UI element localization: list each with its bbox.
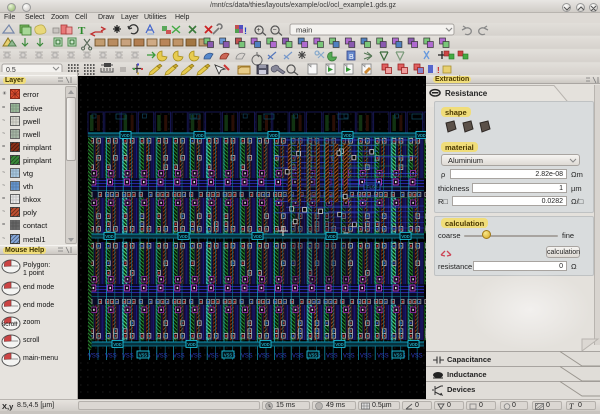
svg-text:VDD: VDD — [327, 234, 336, 240]
svg-text:VDD: VDD — [409, 342, 418, 348]
svg-text:VDD: VDD — [417, 133, 426, 139]
svg-text:VDD: VDD — [401, 234, 410, 240]
svg-text:FLS8: FLS8 — [366, 185, 377, 191]
svg-text:VDD: VDD — [261, 342, 270, 348]
svg-text:VDD: VDD — [113, 342, 122, 348]
svg-text:VDD: VDD — [179, 234, 188, 240]
svg-text:VSS: VSS — [139, 353, 148, 359]
svg-text:VSS: VSS — [326, 353, 338, 360]
svg-text:VSS: VSS — [105, 353, 117, 360]
svg-text:VDD: VDD — [253, 234, 262, 240]
svg-text:B: B — [349, 54, 354, 61]
svg-text:VDD: VDD — [187, 342, 196, 348]
svg-text:VDD: VDD — [195, 133, 204, 139]
svg-text:VSS: VSS — [360, 353, 372, 360]
svg-text:VSS: VSS — [241, 353, 253, 360]
svg-text:T: T — [78, 25, 86, 37]
svg-text:VSS: VSS — [275, 353, 287, 360]
svg-text:VSS: VSS — [88, 353, 100, 360]
svg-text:VSS: VSS — [190, 353, 202, 360]
svg-text:VDD: VDD — [335, 342, 344, 348]
svg-text:VSS: VSS — [122, 353, 134, 360]
svg-text:VDD: VDD — [269, 133, 278, 139]
svg-text:VSS: VSS — [343, 353, 355, 360]
svg-text:!: ! — [437, 66, 440, 75]
svg-text:VSS: VSS — [156, 353, 168, 360]
svg-text:VSS: VSS — [292, 353, 304, 360]
svg-text:+: + — [256, 27, 260, 34]
svg-text:VDD: VDD — [121, 133, 130, 139]
svg-text:VSS: VSS — [224, 353, 233, 359]
svg-text:VSS: VSS — [258, 353, 270, 360]
svg-text:VDD: VDD — [105, 234, 114, 240]
svg-text:!: ! — [244, 26, 247, 36]
svg-text:VSS: VSS — [207, 353, 219, 360]
svg-text:VSS: VSS — [394, 353, 403, 359]
svg-text:−: − — [272, 27, 276, 34]
svg-text:VDD: VDD — [343, 133, 352, 139]
svg-text:VSS: VSS — [411, 353, 423, 360]
svg-text:VSS: VSS — [173, 353, 185, 360]
svg-text:VSS: VSS — [309, 353, 318, 359]
svg-text:VSS: VSS — [377, 353, 389, 360]
svg-text:main: main — [296, 26, 312, 35]
